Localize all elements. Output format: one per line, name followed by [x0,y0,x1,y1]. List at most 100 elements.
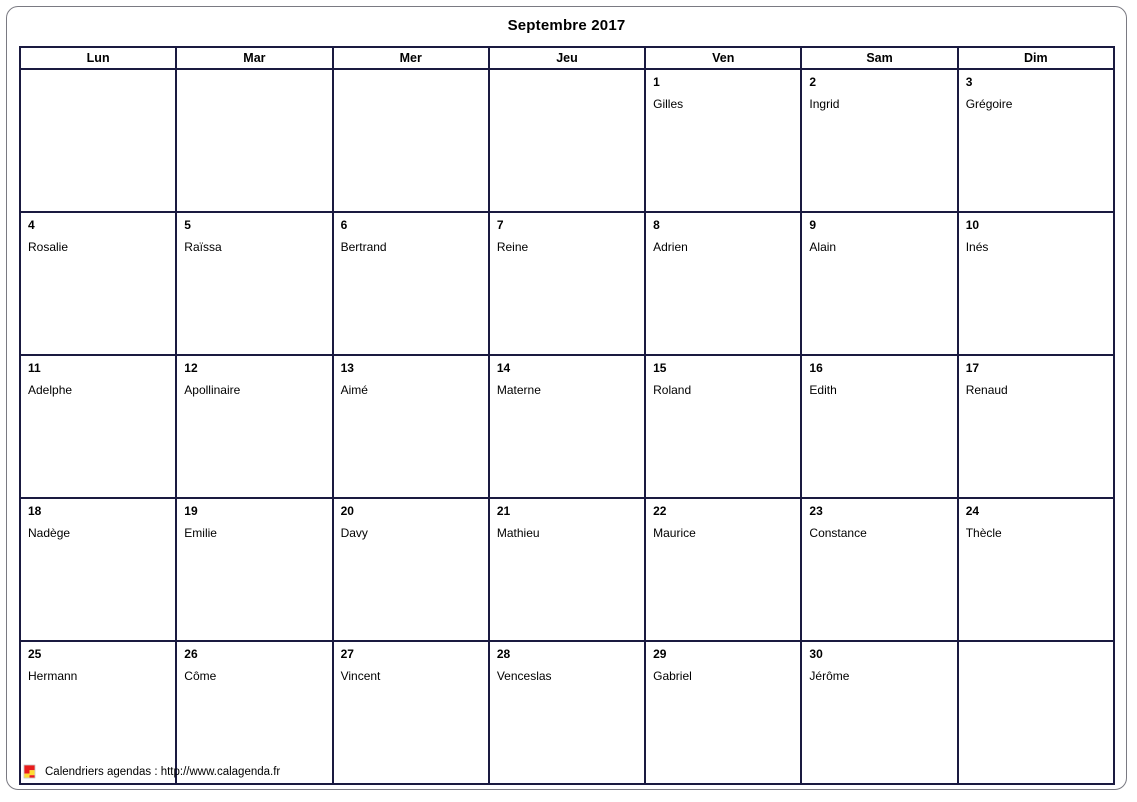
calendar-grid: Lun Mar Mer Jeu Ven Sam Dim 1 Gilles 2 Ing… [18,46,1116,785]
saint-name: Adrien [653,240,688,254]
day-cell[interactable] [331,68,490,213]
saint-name: Apollinaire [184,383,241,397]
saint-name: Bertrand [340,240,387,254]
day-number: 30 [809,647,823,661]
day-cell[interactable]: 14 Materne [487,354,647,499]
day-number: 10 [965,218,980,232]
saint-name: Hermann [28,669,78,683]
day-number: 11 [28,361,41,375]
day-cell[interactable]: 28 Venceslas [487,640,647,785]
day-cell[interactable]: 23 Constance [800,497,959,642]
day-number: 18 [28,504,42,518]
day-cell[interactable]: 30 Jérôme [800,640,959,785]
saint-name: Constance [809,526,867,540]
day-number: 19 [184,504,198,518]
day-cell[interactable] [487,68,647,213]
day-number: 21 [496,504,511,518]
saint-name: Adelphe [28,383,73,397]
day-cell[interactable]: 17 Renaud [956,354,1116,499]
day-cell[interactable]: 16 Edith [800,354,959,499]
day-number: 9 [809,218,817,232]
calagenda-flag-icon [23,764,36,779]
day-cell[interactable] [175,68,334,213]
day-cell[interactable]: 3 Grégoire [956,68,1116,213]
day-cell[interactable]: 29 Gabriel [644,640,803,785]
day-cell[interactable]: 1 Gilles [644,68,803,213]
day-cell[interactable]: 12 Apollinaire [175,354,334,499]
calendar-week-row: 25 Hermann 26 Côme 27 Vincent 28 Venceslas 2… [18,640,1116,785]
day-cell[interactable] [18,68,178,213]
day-cell[interactable]: 2 Ingrid [800,68,959,213]
saint-name: Thècle [965,526,1002,540]
saint-name: Nadège [28,526,71,540]
weekday-header-row: Lun Mar Mer Jeu Ven Sam Dim [18,46,1116,70]
day-number: 27 [340,647,354,661]
saint-name: Maurice [653,526,696,540]
day-number: 3 [965,75,973,89]
weekday-header-mer: Mer [331,46,490,70]
saint-name: Davy [340,526,368,540]
day-cell[interactable]: 4 Rosalie [18,211,178,356]
day-number: 13 [340,361,354,375]
saint-name: Rosalie [28,240,69,254]
saint-name: Mathieu [496,526,540,540]
day-cell[interactable]: 20 Davy [331,497,490,642]
calendar-week-row: 18 Nadège 19 Emilie 20 Davy 21 Mathieu 22 Mau… [18,497,1116,642]
saint-name: Jérôme [809,669,850,683]
weekday-header-sam: Sam [800,46,959,70]
saint-name: Inés [965,240,989,254]
day-number: 6 [340,218,348,232]
weekday-header-mar: Mar [175,46,334,70]
day-cell[interactable]: 22 Maurice [644,497,803,642]
day-number: 15 [653,361,667,375]
day-number: 1 [653,75,660,89]
calendar-week-row: 1 Gilles 2 Ingrid 3 Grégoire [18,68,1116,213]
day-cell[interactable]: 26 Côme [175,640,334,785]
day-cell[interactable]: 10 Inés [956,211,1116,356]
calendar-week-row: 11 Adelphe 12 Apollinaire 13 Aimé 14 Materne… [18,354,1116,499]
day-cell[interactable]: 25 Hermann [18,640,178,785]
calendar-week-row: 4 Rosalie 5 Raïssa 6 Bertrand 7 Reine 8 Adrie… [18,211,1116,356]
day-cell[interactable]: 21 Mathieu [487,497,647,642]
saint-name: Grégoire [965,97,1013,111]
saint-name: Raïssa [184,240,222,254]
footer: Calendriers agendas : http://www.calagen… [23,764,280,780]
weekday-header-ven: Ven [644,46,803,70]
day-number: 28 [496,647,511,661]
saint-name: Vincent [340,669,381,683]
day-number: 12 [184,361,198,375]
day-cell[interactable]: 9 Alain [800,211,959,356]
day-number: 26 [184,647,198,661]
saint-name: Edith [809,383,837,397]
saint-name: Emilie [184,526,217,540]
saint-name: Materne [496,383,541,397]
day-cell[interactable]: 7 Reine [487,211,647,356]
day-cell[interactable]: 6 Bertrand [331,211,490,356]
weekday-header-dim: Dim [956,46,1116,70]
weekday-header-lun: Lun [18,46,178,70]
calendar-page-frame: Septembre 2017 Lun Mar Mer Jeu Ven Sam D… [6,6,1127,790]
day-cell[interactable]: 24 Thècle [956,497,1116,642]
day-cell[interactable]: 5 Raïssa [175,211,334,356]
saint-name: Gabriel [653,669,692,683]
day-cell[interactable]: 15 Roland [644,354,803,499]
saint-name: Ingrid [809,97,840,111]
footer-credit-text: Calendriers agendas : http://www.calagen… [45,766,281,778]
day-cell[interactable]: 11 Adelphe [18,354,178,499]
saint-name: Roland [653,383,692,397]
day-number: 17 [965,361,980,375]
day-cell[interactable]: 8 Adrien [644,211,803,356]
day-cell[interactable]: 19 Emilie [175,497,334,642]
saint-name: Alain [809,240,837,254]
day-number: 4 [28,218,35,232]
saint-name: Reine [496,240,529,254]
page-title: Septembre 2017 [507,17,626,34]
saint-name: Venceslas [496,669,552,683]
day-number: 14 [496,361,511,375]
day-number: 8 [653,218,660,232]
day-number: 2 [809,75,817,89]
day-cell[interactable]: 13 Aimé [331,354,490,499]
day-cell[interactable]: 18 Nadège [18,497,178,642]
day-cell[interactable] [956,640,1116,785]
day-cell[interactable]: 27 Vincent [331,640,490,785]
